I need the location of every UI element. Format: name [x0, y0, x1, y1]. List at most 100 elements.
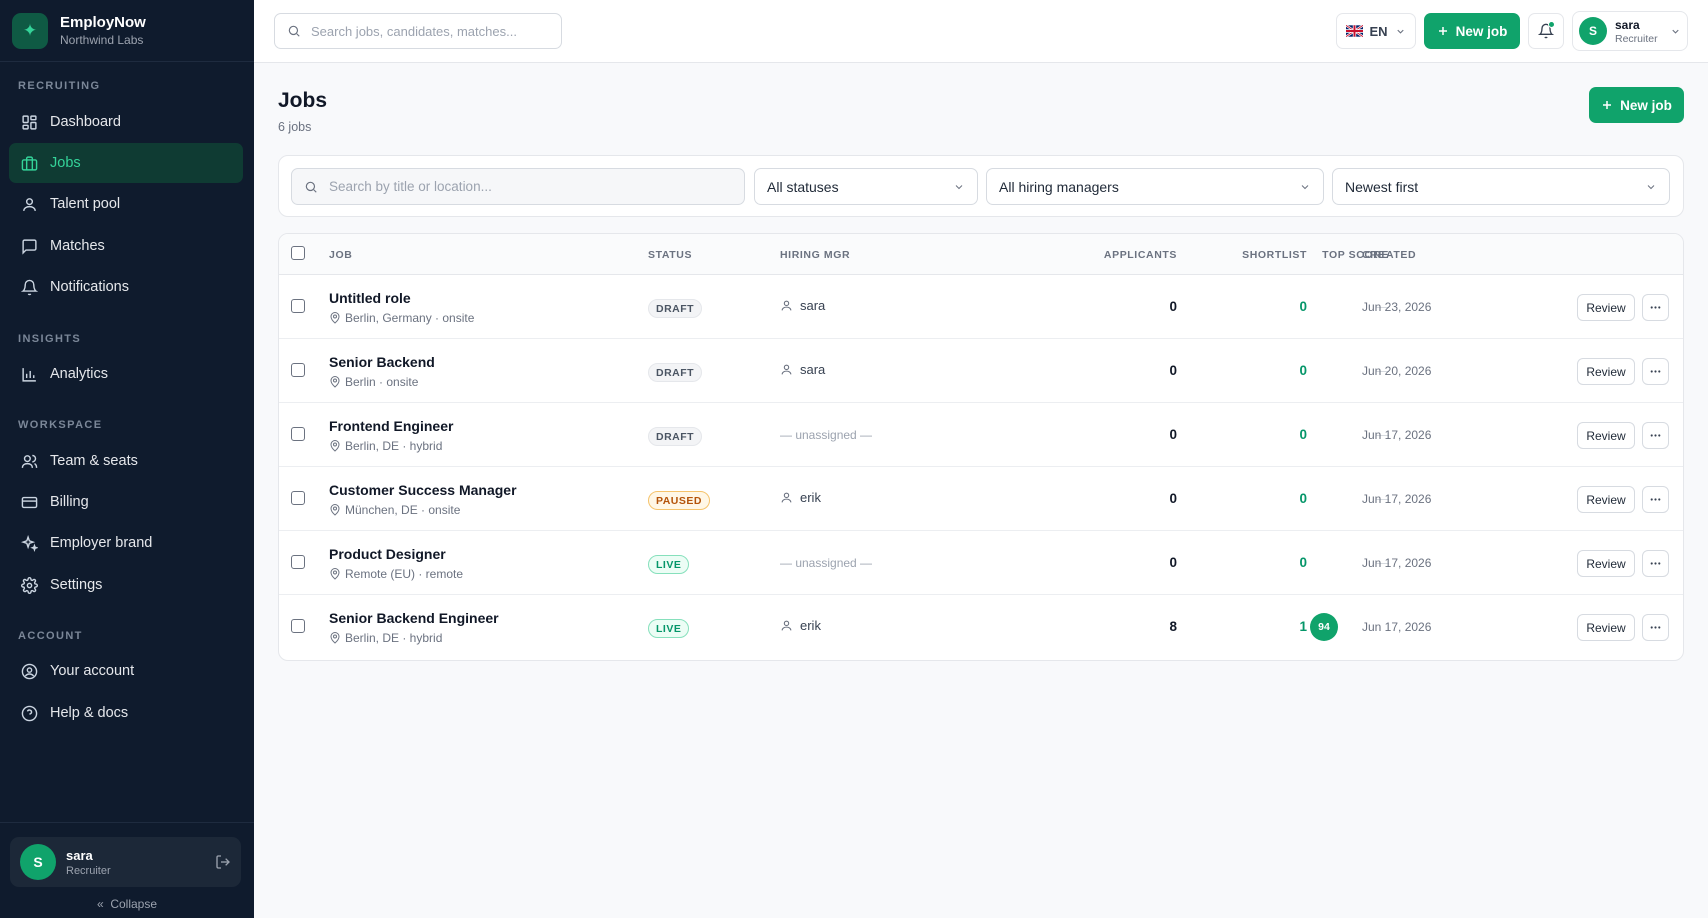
table-row[interactable]: Customer Success Manager München, DE · on… — [279, 467, 1683, 531]
map-pin-icon — [330, 376, 340, 388]
status-badge: DRAFT — [648, 427, 703, 446]
chevrons-left-icon: « — [96, 897, 104, 911]
sidebar-item-jobs[interactable]: Jobs — [9, 143, 243, 183]
new-job-button[interactable]: New job — [1589, 87, 1684, 123]
sort-select[interactable]: Newest first — [1332, 168, 1670, 205]
avatar: S — [1579, 17, 1607, 45]
sidebar-item-help-docs[interactable]: Help & docs — [9, 693, 243, 733]
notifications-button[interactable] — [1528, 13, 1564, 49]
review-button[interactable]: Review — [1577, 614, 1635, 641]
hiring-manager: erik — [780, 490, 821, 505]
manager-filter[interactable]: All hiring managers — [986, 168, 1324, 205]
job-title[interactable]: Untitled role — [329, 290, 411, 306]
more-actions-button[interactable] — [1642, 294, 1669, 321]
review-button[interactable]: Review — [1577, 422, 1635, 449]
job-search-input[interactable] — [329, 179, 729, 194]
sidebar-item-label: Notifications — [50, 279, 129, 295]
column-status[interactable]: STATUS — [648, 249, 692, 261]
nav-section-workspace: WORKSPACE — [0, 419, 254, 433]
global-search[interactable] — [274, 13, 562, 49]
more-actions-button[interactable] — [1642, 486, 1669, 513]
column-created[interactable]: CREATED — [1362, 249, 1416, 261]
row-checkbox[interactable] — [291, 491, 305, 505]
job-title[interactable]: Senior Backend — [329, 354, 435, 370]
job-title[interactable]: Frontend Engineer — [329, 418, 453, 434]
more-actions-button[interactable] — [1642, 358, 1669, 385]
review-button[interactable]: Review — [1577, 358, 1635, 385]
search-icon — [288, 25, 300, 37]
table-row[interactable]: Product Designer Remote (EU) · remote LIVE… — [279, 531, 1683, 595]
more-horizontal-icon — [1650, 370, 1661, 373]
more-actions-button[interactable] — [1642, 550, 1669, 577]
map-pin-icon — [330, 440, 340, 452]
user-icon — [781, 364, 792, 375]
collapse-button[interactable]: « Collapse — [0, 897, 254, 911]
nav-section-account: ACCOUNT — [0, 630, 254, 644]
filters-bar: All statuses All hiring managers Newest … — [278, 155, 1684, 217]
row-checkbox[interactable] — [291, 555, 305, 569]
created-date: Jun 17, 2026 — [1362, 620, 1432, 634]
user-menu[interactable]: S sara Recruiter — [1572, 11, 1688, 51]
chevron-down-icon — [1672, 29, 1679, 34]
job-title[interactable]: Customer Success Manager — [329, 482, 517, 498]
sidebar-item-label: Analytics — [50, 366, 109, 382]
job-location: Berlin · onsite — [329, 375, 418, 389]
sidebar-item-settings[interactable]: Settings — [9, 565, 243, 605]
more-horizontal-icon — [1650, 434, 1661, 437]
table-row[interactable]: Senior Backend Berlin · onsite DRAFT sara 0 0… — [279, 339, 1683, 403]
hiring-manager-name: erik — [800, 490, 821, 505]
user-card[interactable]: S sara Recruiter — [10, 837, 241, 887]
hiring-manager-name: sara — [800, 298, 826, 313]
sidebar-item-employer-brand[interactable]: Employer brand — [9, 523, 243, 563]
job-title[interactable]: Product Designer — [329, 546, 446, 562]
table-row[interactable]: Senior Backend Engineer Berlin, DE · hybr… — [279, 595, 1683, 659]
global-search-input[interactable] — [311, 23, 551, 39]
new-job-button[interactable]: New job — [1424, 13, 1520, 49]
sidebar-item-your-account[interactable]: Your account — [9, 651, 243, 691]
row-checkbox[interactable] — [291, 427, 305, 441]
review-button[interactable]: Review — [1577, 486, 1635, 513]
user-icon — [781, 620, 792, 631]
sidebar-item-dashboard[interactable]: Dashboard — [9, 102, 243, 142]
chevron-down-icon — [1647, 184, 1655, 189]
job-search[interactable] — [291, 168, 745, 205]
row-checkbox[interactable] — [291, 299, 305, 313]
table-row[interactable]: Frontend Engineer Berlin, DE · hybrid DRAF… — [279, 403, 1683, 467]
notification-dot — [1548, 21, 1555, 28]
sidebar-item-analytics[interactable]: Analytics — [9, 354, 243, 394]
logout-icon[interactable] — [215, 854, 231, 870]
shortlist-count: 0 — [1299, 555, 1307, 570]
jobs-count: 6 jobs — [278, 120, 312, 134]
job-location: München, DE · onsite — [329, 503, 460, 517]
job-location-text: München, DE · onsite — [345, 503, 461, 517]
row-checkbox[interactable] — [291, 363, 305, 377]
jobs-table: JOB STATUS HIRING MGR APPLICANTS SHORTLI… — [278, 233, 1684, 661]
column-hiring-manager[interactable]: HIRING MGR — [780, 249, 850, 261]
applicants-count: 0 — [1169, 427, 1177, 442]
language-selector[interactable]: EN — [1336, 13, 1416, 49]
bell-icon — [21, 279, 38, 295]
column-applicants[interactable]: APPLICANTS — [1077, 249, 1177, 261]
column-job[interactable]: JOB — [329, 249, 352, 261]
more-actions-button[interactable] — [1642, 614, 1669, 641]
more-actions-button[interactable] — [1642, 422, 1669, 449]
created-date: Jun 17, 2026 — [1362, 428, 1432, 442]
collapse-label: Collapse — [110, 897, 158, 911]
sidebar-item-billing[interactable]: Billing — [9, 482, 243, 522]
status-filter[interactable]: All statuses — [754, 168, 978, 205]
sidebar-item-talent-pool[interactable]: Talent pool — [9, 184, 243, 224]
job-title[interactable]: Senior Backend Engineer — [329, 610, 499, 626]
more-horizontal-icon — [1650, 498, 1661, 501]
sidebar-item-notifications[interactable]: Notifications — [9, 267, 243, 307]
row-checkbox[interactable] — [291, 619, 305, 633]
sidebar-item-team-seats[interactable]: Team & seats — [9, 441, 243, 481]
job-location: Berlin, DE · hybrid — [329, 631, 442, 645]
dashboard-icon — [22, 114, 37, 130]
select-all-checkbox[interactable] — [291, 246, 305, 260]
brand[interactable]: ✦ EmployNow Northwind Labs — [0, 0, 254, 62]
sidebar-item-matches[interactable]: Matches — [9, 226, 243, 266]
review-button[interactable]: Review — [1577, 550, 1635, 577]
user-icon — [781, 492, 792, 503]
table-row[interactable]: Untitled role Berlin, Germany · onsite DRA… — [279, 275, 1683, 339]
review-button[interactable]: Review — [1577, 294, 1635, 321]
